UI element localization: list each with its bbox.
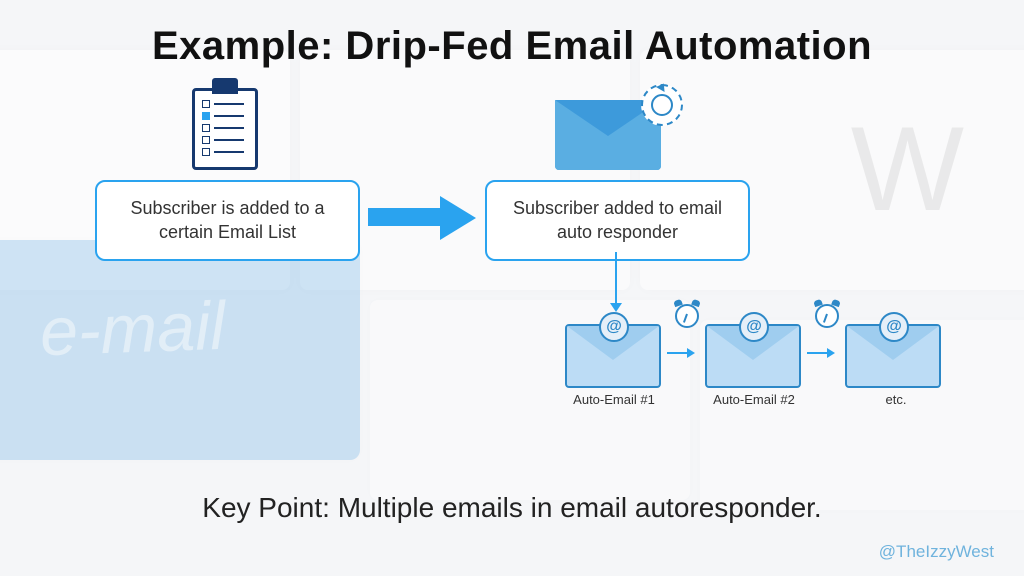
mini-arrow-icon [807,352,833,354]
alarm-clock-icon [813,302,841,330]
envelope-at-icon: @ [565,324,661,388]
envelope-timer-icon [555,88,675,173]
connector-down-icon [615,252,617,310]
auto-email-label: etc. [841,392,951,407]
auto-email-label: Auto-Email #1 [559,392,669,407]
auto-email-label: Auto-Email #2 [699,392,809,407]
mini-arrow-icon [667,352,693,354]
auto-email-sequence: @ Auto-Email #1 @ Auto-Email #2 @ etc. [555,318,985,448]
step-box-subscriber-added: Subscriber is added to a certain Email L… [95,180,360,261]
alarm-clock-icon [673,302,701,330]
envelope-at-icon: @ [845,324,941,388]
key-point-text: Key Point: Multiple emails in email auto… [0,492,1024,524]
step-box-autoresponder: Subscriber added to email auto responder [485,180,750,261]
author-handle: @TheIzzyWest [879,542,994,562]
arrow-right-icon [368,202,478,232]
clipboard-icon [192,88,258,170]
slide-title: Example: Drip-Fed Email Automation [0,24,1024,69]
envelope-at-icon: @ [705,324,801,388]
bg-key-letter: W [851,100,964,238]
bg-email-text: e-mail [39,287,227,371]
